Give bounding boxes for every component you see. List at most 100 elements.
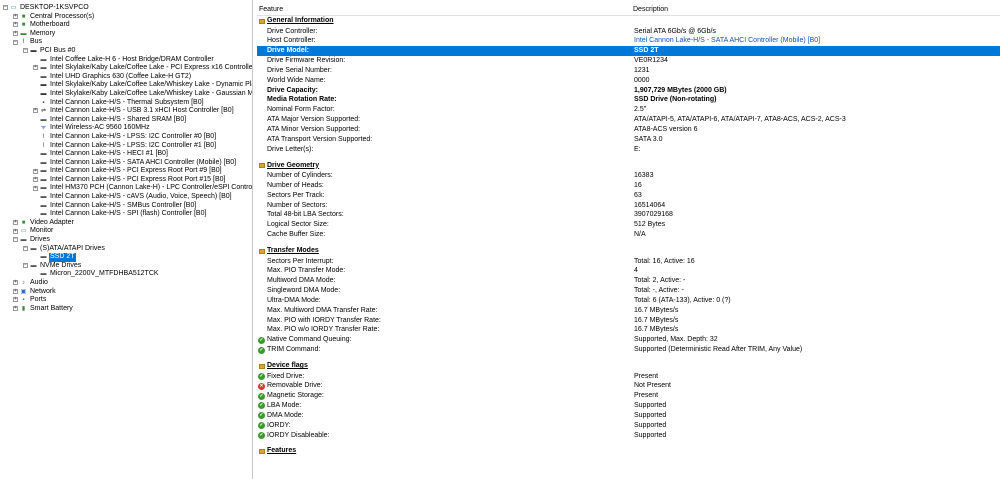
detail-row[interactable]: Max. PIO with IORDY Transfer Rate: 16.7 M… (257, 316, 1000, 326)
tree-node[interactable]: ▬ Intel Skylake/Kaby Lake/Coffee Lake/Whi… (0, 90, 253, 99)
detail-row[interactable]: Sectors Per Interrupt: Total: 16, Active:… (257, 257, 1000, 267)
collapse-icon[interactable]: − (13, 39, 18, 45)
detail-row[interactable]: Media Rotation Rate: SSD Drive (Non-rotat… (257, 95, 1000, 105)
detail-row[interactable]: ATA Major Version Supported: ATA/ATAPI-5,… (257, 115, 1000, 125)
detail-row[interactable]: Max. PIO Transfer Mode: 4 (257, 266, 1000, 276)
expand-icon[interactable]: + (13, 13, 18, 19)
tree-node[interactable]: − ⌇ Bus (0, 38, 252, 47)
tree-node[interactable]: ⌇ Intel Cannon Lake-H/S - LPSS: I2C Contr… (0, 142, 252, 151)
detail-row[interactable]: ATA Transport Version Supported: SATA 3.0 (257, 135, 1000, 145)
tree-node[interactable]: + ▭ Monitor (0, 227, 252, 236)
tree-node[interactable]: + ■ Video Adapter (0, 219, 252, 228)
expand-icon[interactable]: + (13, 306, 18, 312)
tree-node[interactable]: ▬ Intel Cannon Lake-H/S - Shared SRAM [B0… (0, 116, 252, 125)
expand-icon[interactable]: + (33, 185, 38, 191)
detail-row[interactable]: ✓ TRIM Command: Supported (Deterministic R… (257, 345, 1000, 355)
detail-row[interactable]: Host Controller: Intel Cannon Lake-H/S - … (257, 36, 1000, 46)
collapse-icon[interactable]: − (23, 245, 28, 251)
tree-node[interactable]: + ■ Central Processor(s) (0, 13, 252, 22)
tree-node[interactable]: + ■ Motherboard (0, 21, 252, 30)
expand-icon[interactable]: + (13, 220, 18, 226)
tree-node[interactable]: + ⇌ Intel Cannon Lake-H/S - USB 3.1 xHCI H… (0, 107, 252, 116)
detail-row[interactable]: ✓ LBA Mode: Supported (257, 401, 1000, 411)
tree-node[interactable]: ▬ Intel Coffee Lake-H 6 - Host Bridge/DRA… (0, 56, 252, 65)
tree-node[interactable]: + ▮ Smart Battery (0, 305, 252, 314)
tree-node[interactable]: ▬ Intel Cannon Lake-H/S - HECI #1 [B0] (0, 150, 252, 159)
detail-row[interactable]: Drive Controller: Serial ATA 6Gb/s @ 6Gb/… (257, 27, 1000, 37)
collapse-icon[interactable]: − (23, 48, 28, 54)
expand-icon[interactable]: + (33, 65, 38, 71)
detail-row[interactable]: ✓ DMA Mode: Supported (257, 411, 1000, 421)
detail-row[interactable]: Drive Firmware Revision: VE0R1234 (257, 56, 1000, 66)
tree-node[interactable]: ▬ Intel Cannon Lake-H/S - SATA AHCI Contr… (0, 159, 252, 168)
tree-node[interactable]: ▬ Intel Cannon Lake-H/S - SMBus Controlle… (0, 202, 252, 211)
detail-row[interactable]: Singleword DMA Mode: Total: -, Active: - (257, 286, 1000, 296)
detail-row[interactable]: Sectors Per Track: 63 (257, 191, 1000, 201)
detail-row[interactable]: Drive Model: SSD 2T (257, 46, 1000, 57)
tree-node[interactable]: − ▬ Drives (0, 236, 252, 245)
tree-node[interactable]: + ▪ Ports (0, 296, 252, 305)
tree-node[interactable]: + ▣ Network (0, 288, 252, 297)
collapse-icon[interactable]: − (3, 5, 8, 11)
detail-row[interactable]: Max. Multiword DMA Transfer Rate: 16.7 MB… (257, 306, 1000, 316)
tree-node[interactable]: ▬ Intel UHD Graphics 630 (Coffee Lake-H G… (0, 73, 252, 82)
detail-row[interactable]: ATA Minor Version Supported: ATA8-ACS ver… (257, 125, 1000, 135)
detail-row[interactable]: Number of Sectors: 16514064 (257, 201, 1000, 211)
tree-node[interactable]: − ▬ (S)ATA/ATAPI Drives (0, 245, 252, 254)
tree-node[interactable]: − ▬ PCI Bus #0 (0, 47, 252, 56)
tree-node[interactable]: + ▬ Memory (0, 30, 252, 39)
tree-node[interactable]: ⌇ Intel Cannon Lake-H/S - LPSS: I2C Contr… (0, 133, 252, 142)
detail-row[interactable]: ✓ Fixed Drive: Present (257, 372, 1000, 382)
detail-row[interactable]: Multiword DMA Mode: Total: 2, Active: - (257, 276, 1000, 286)
detail-row[interactable]: ✓ IORDY Disableable: Supported (257, 431, 1000, 441)
expand-icon[interactable]: + (33, 168, 38, 174)
feature-column-header[interactable]: Feature (259, 4, 283, 15)
tree-node[interactable]: ▬ SSD 2T (0, 253, 252, 262)
expand-icon[interactable]: + (13, 288, 18, 294)
tree-node[interactable]: + ▬ Intel HM370 PCH (Cannon Lake-H) - LPC … (0, 184, 252, 193)
detail-row[interactable]: ✕ Removable Drive: Not Present (257, 381, 1000, 391)
tree-node[interactable]: ▬ Intel Skylake/Kaby Lake/Coffee Lake/Whi… (0, 81, 253, 90)
tree-node[interactable]: ᯤ Intel Wireless-AC 9560 160MHz (0, 124, 252, 133)
tree-node[interactable]: − ▭ DESKTOP-1KSVPCO (0, 4, 252, 13)
tree-node-label: Intel Wireless-AC 9560 160MHz (50, 124, 150, 132)
detail-row[interactable]: Nominal Form Factor: 2.5" (257, 105, 1000, 115)
detail-row[interactable]: ✓ Native Command Queuing: Supported, Max. … (257, 335, 1000, 345)
detail-row[interactable]: Number of Cylinders: 16383 (257, 171, 1000, 181)
tree-node[interactable]: ▬ Intel Cannon Lake-H/S - SPI (flash) Con… (0, 210, 252, 219)
detail-row[interactable]: Drive Capacity: 1,907,729 MBytes (2000 GB… (257, 86, 1000, 96)
collapse-icon[interactable]: − (13, 237, 18, 243)
tree-node[interactable]: + ▬ Intel Skylake/Kaby Lake/Coffee Lake - … (0, 64, 252, 73)
tree-node[interactable]: ▬ Micron_2200V_MTFDHBA512TCK (0, 270, 252, 279)
tree-node[interactable]: − ▬ NVMe Drives (0, 262, 252, 271)
tree-node[interactable]: ▪ Intel Cannon Lake-H/S - Thermal Subsyst… (0, 99, 252, 108)
detail-row[interactable]: World Wide Name: 0000 (257, 76, 1000, 86)
expand-icon[interactable]: + (13, 297, 18, 303)
detail-row[interactable]: Drive Serial Number: 1231 (257, 66, 1000, 76)
expand-icon[interactable]: + (13, 31, 18, 37)
expand-icon[interactable]: + (13, 280, 18, 286)
expand-icon[interactable]: + (13, 228, 18, 234)
detail-row[interactable]: Cache Buffer Size: N/A (257, 230, 1000, 240)
tree-node[interactable]: + ▬ Intel Cannon Lake-H/S - PCI Express Ro… (0, 176, 252, 185)
tree-node[interactable]: + ▬ Intel Cannon Lake-H/S - PCI Express Ro… (0, 167, 252, 176)
collapse-icon[interactable]: − (23, 263, 28, 269)
detail-row[interactable]: Drive Letter(s): E: (257, 145, 1000, 155)
detail-row[interactable]: Max. PIO w/o IORDY Transfer Rate: 16.7 MB… (257, 325, 1000, 335)
expand-icon[interactable]: + (33, 108, 38, 114)
description-column-header[interactable]: Description (633, 4, 668, 15)
detail-row[interactable]: Ultra-DMA Mode: Total: 6 (ATA-133), Activ… (257, 296, 1000, 306)
detail-row[interactable]: Total 48-bit LBA Sectors: 3907029168 (257, 210, 1000, 220)
tree-node[interactable]: ▬ Intel Cannon Lake-H/S - cAVS (Audio, Vo… (0, 193, 252, 202)
detail-row[interactable]: Logical Sector Size: 512 Bytes (257, 220, 1000, 230)
device-tree-pane[interactable]: − ▭ DESKTOP-1KSVPCO + ■ Central Processor(s) +… (0, 0, 253, 479)
feature-value: Supported (634, 421, 667, 429)
detail-row[interactable]: ✓ Magnetic Storage: Present (257, 391, 1000, 401)
expand-icon[interactable]: + (13, 22, 18, 28)
detail-row[interactable]: ✓ IORDY: Supported (257, 421, 1000, 431)
host-controller-link[interactable]: Intel Cannon Lake-H/S - SATA AHCI Contro… (634, 36, 820, 46)
expand-icon[interactable]: + (33, 177, 38, 183)
feature-value: 16.7 MBytes/s (634, 326, 679, 334)
tree-node[interactable]: + ♪ Audio (0, 279, 252, 288)
detail-row[interactable]: Number of Heads: 16 (257, 181, 1000, 191)
